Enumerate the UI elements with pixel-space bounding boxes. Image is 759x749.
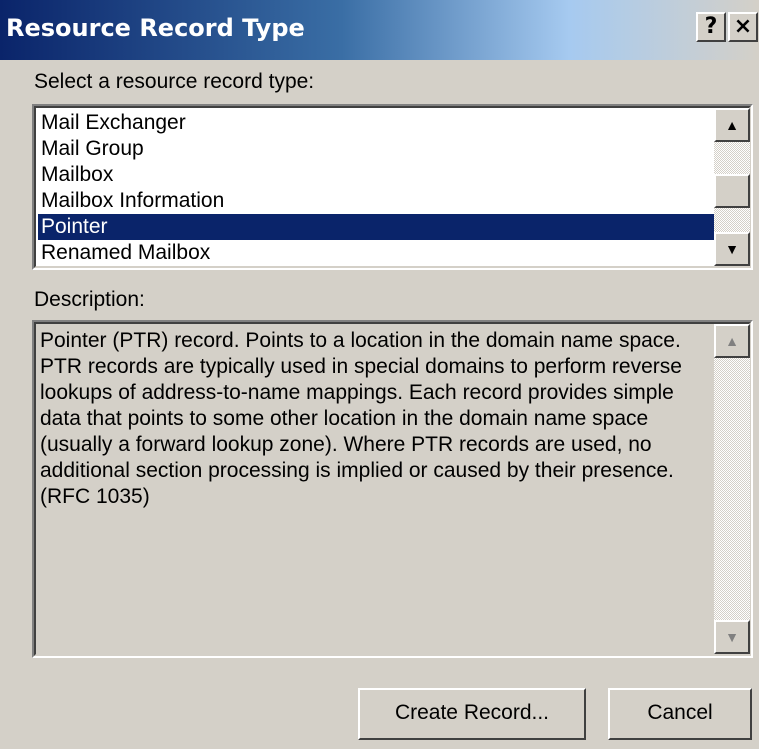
resource-record-type-dialog: Resource Record Type ? × Select a resour… bbox=[0, 0, 759, 749]
record-type-list: Mail Exchanger Mail Group Mailbox Mailbo… bbox=[38, 110, 714, 266]
up-arrow-icon: ▲ bbox=[714, 324, 750, 358]
help-button[interactable]: ? bbox=[696, 12, 726, 42]
create-record-button[interactable]: Create Record... bbox=[358, 688, 586, 740]
description-box[interactable]: Pointer (PTR) record. Points to a locati… bbox=[32, 320, 753, 658]
listbox-scrollbar[interactable]: ▲ ▼ bbox=[714, 108, 750, 266]
record-type-listbox[interactable]: Mail Exchanger Mail Group Mailbox Mailbo… bbox=[32, 104, 753, 270]
list-item-selected[interactable]: Pointer bbox=[38, 214, 714, 240]
title-bar[interactable]: Resource Record Type ? × bbox=[0, 0, 759, 60]
description-scrollbar[interactable]: ▲ ▼ bbox=[714, 324, 750, 654]
down-arrow-icon: ▼ bbox=[714, 620, 750, 654]
up-arrow-icon[interactable]: ▲ bbox=[714, 108, 750, 142]
record-type-label: Select a resource record type: bbox=[34, 70, 315, 93]
window-title: Resource Record Type bbox=[6, 14, 305, 42]
down-arrow-icon[interactable]: ▼ bbox=[714, 232, 750, 266]
description-text: Pointer (PTR) record. Points to a locati… bbox=[40, 329, 682, 508]
scroll-thumb[interactable] bbox=[714, 174, 750, 208]
description-label: Description: bbox=[34, 288, 145, 311]
list-item[interactable]: Mailbox bbox=[38, 162, 714, 188]
list-item[interactable]: Mail Group bbox=[38, 136, 714, 162]
list-item[interactable]: Mailbox Information bbox=[38, 188, 714, 214]
list-item[interactable]: Renamed Mailbox bbox=[38, 240, 714, 266]
cancel-button[interactable]: Cancel bbox=[608, 688, 752, 740]
close-button[interactable]: × bbox=[728, 12, 758, 42]
list-item[interactable]: Mail Exchanger bbox=[38, 110, 714, 136]
